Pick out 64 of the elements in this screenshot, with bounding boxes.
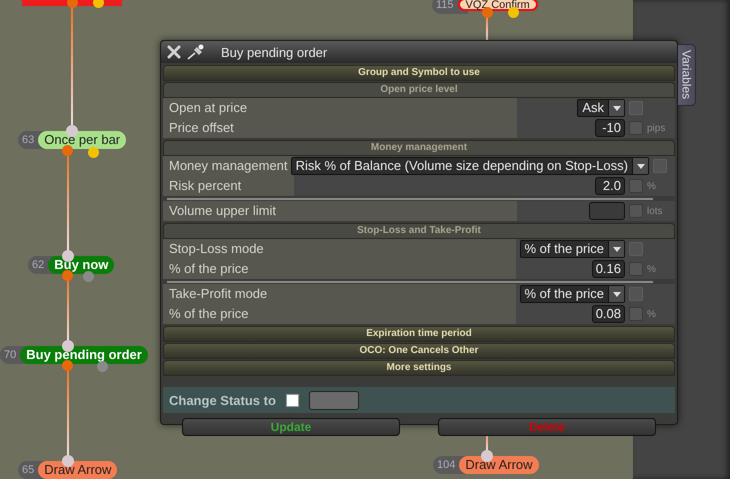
number-field[interactable]: 0.16 — [592, 260, 625, 278]
input-port[interactable] — [481, 450, 493, 462]
field-label: Take-Profit mode — [163, 284, 516, 304]
flow-node[interactable]: Buy now — [48, 256, 114, 274]
status-label: Change Status to — [169, 392, 276, 408]
field-label: Open at price — [163, 98, 517, 118]
checkbox[interactable] — [629, 179, 643, 193]
section-header[interactable]: Expiration time period — [163, 326, 675, 342]
input-port[interactable] — [62, 250, 74, 262]
flow-node[interactable]: Once per bar — [38, 131, 126, 149]
checkbox[interactable] — [629, 101, 643, 115]
unit-label: % — [647, 180, 657, 192]
output-port[interactable] — [62, 145, 73, 156]
output-port[interactable] — [508, 7, 519, 18]
dropdown[interactable]: % of the price — [520, 240, 625, 258]
checkbox[interactable] — [629, 121, 643, 135]
flow-node[interactable]: Buy pending order — [20, 346, 148, 364]
caret-icon[interactable] — [636, 164, 644, 168]
section-header[interactable]: Group and Symbol to use — [163, 65, 675, 81]
field-label: Stop-Loss mode — [163, 239, 516, 259]
close-icon[interactable] — [167, 45, 181, 59]
dropdown[interactable]: Ask — [577, 99, 625, 117]
caret-icon[interactable] — [612, 292, 620, 296]
number-field[interactable]: 0.08 — [592, 305, 625, 323]
field-label: Price offset — [163, 118, 517, 138]
field-label: Risk percent — [163, 176, 294, 196]
window-title: Buy pending order — [221, 44, 328, 60]
output-port[interactable] — [88, 147, 99, 158]
input-port[interactable] — [62, 455, 74, 467]
number-field[interactable]: 2.0 — [595, 177, 625, 195]
flow-node[interactable]: Draw Arrow — [38, 461, 118, 479]
unit-label: pips — [647, 122, 666, 134]
unit-label: lots — [647, 206, 664, 216]
caret-icon[interactable] — [612, 106, 620, 110]
status-field[interactable] — [308, 390, 359, 410]
section-header[interactable]: OCO: One Cancels Other — [163, 343, 675, 359]
dropdown[interactable]: % of the price — [520, 285, 625, 303]
section-header[interactable]: Stop-Loss and Take-Profit — [163, 223, 675, 239]
checkbox[interactable] — [629, 204, 643, 218]
section-header[interactable]: More settings — [163, 360, 675, 376]
field-label: Money management — [163, 156, 294, 176]
dropdown[interactable]: Risk % of Balance (Volume size depending on Stop-Loss) — [290, 157, 649, 175]
unit-label: % — [647, 264, 657, 274]
section-header[interactable]: Open price level — [163, 82, 675, 98]
pin-icon[interactable] — [187, 44, 205, 60]
number-field[interactable] — [589, 202, 625, 220]
checkbox[interactable] — [286, 394, 299, 406]
field-label: Volume upper limit — [163, 201, 517, 221]
field-label: % of the price — [163, 304, 516, 324]
checkbox[interactable] — [653, 159, 667, 173]
flow-node[interactable]: VQZ Confirm — [458, 0, 538, 11]
checkbox[interactable] — [629, 287, 643, 301]
side-tab[interactable]: Variables — [678, 44, 696, 106]
unit-label: % — [647, 308, 657, 320]
checkbox[interactable] — [629, 262, 643, 276]
flow-node[interactable]: Draw Arrow — [459, 456, 539, 474]
checkbox[interactable] — [629, 242, 643, 256]
output-port[interactable] — [93, 0, 104, 8]
field-label: % of the price — [163, 259, 516, 279]
update-button[interactable]: Update — [182, 418, 400, 436]
caret-icon[interactable] — [612, 246, 620, 252]
section-header[interactable]: Money management — [163, 140, 675, 156]
number-field[interactable]: -10 — [595, 119, 625, 137]
checkbox[interactable] — [629, 307, 643, 321]
